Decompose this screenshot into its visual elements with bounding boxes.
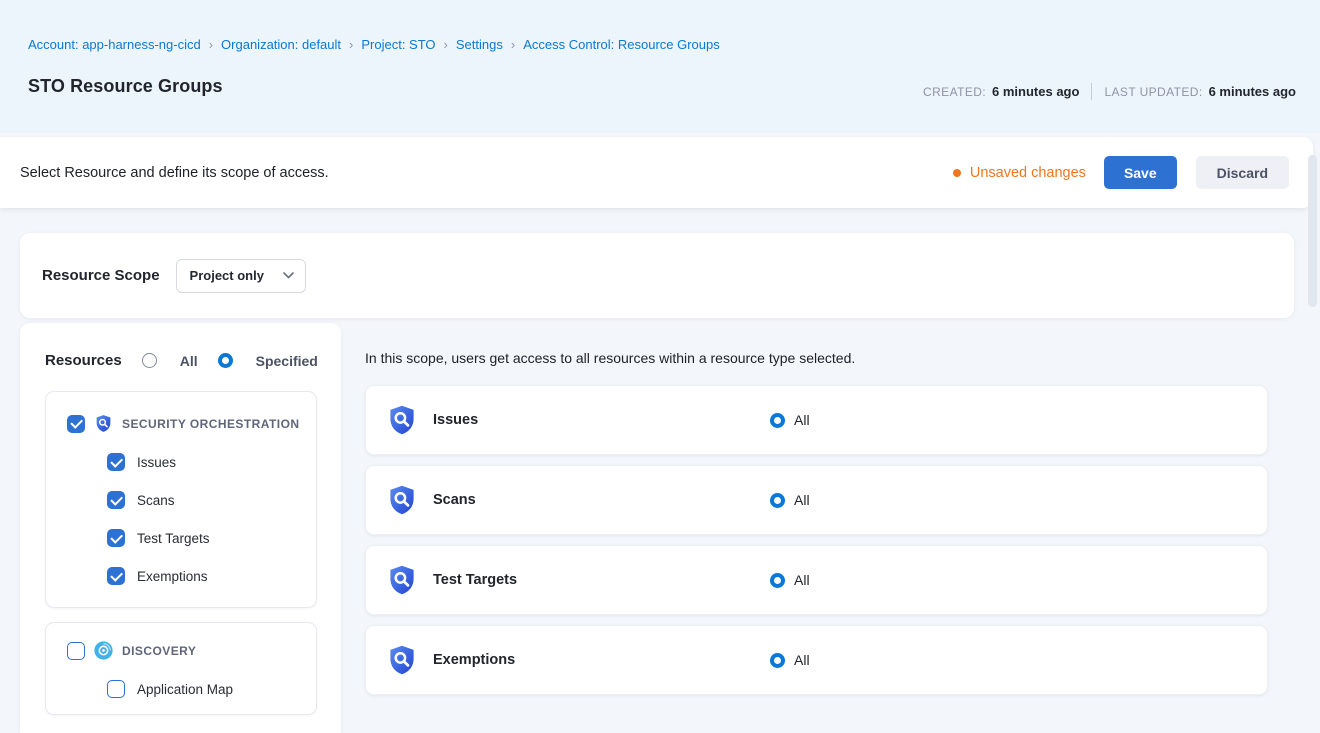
page-header: Account: app-harness-ng-cicd › Organizatio… <box>0 0 1320 133</box>
resource-type-row: Scans All <box>365 465 1268 535</box>
created-value: 6 minutes ago <box>992 84 1079 99</box>
resources-panel-header: Resources All Specified <box>20 323 341 369</box>
resources-title: Resources <box>45 352 122 369</box>
resource-type-list: Issues All Scans All Test Targets All Ex… <box>365 385 1268 705</box>
page-title: STO Resource Groups <box>28 76 223 97</box>
resource-type-name: Issues <box>433 412 478 428</box>
item-checkbox[interactable] <box>107 453 125 471</box>
item-label: Exemptions <box>137 569 208 584</box>
discard-button[interactable]: Discard <box>1196 156 1289 189</box>
resource-group: SECURITY ORCHESTRATION Issues Scans Test… <box>45 391 317 608</box>
shield-search-icon <box>94 414 113 433</box>
vertical-scrollbar-thumb[interactable] <box>1308 155 1317 307</box>
resource-type-name: Test Targets <box>433 572 517 588</box>
access-all-option[interactable]: All <box>770 572 810 588</box>
breadcrumb-link[interactable]: Access Control: Resource Groups <box>523 37 720 52</box>
shield-search-icon <box>386 404 418 436</box>
group-label: DISCOVERY <box>122 644 196 658</box>
radio-icon[interactable] <box>218 353 233 368</box>
shield-search-icon <box>386 564 418 596</box>
resource-item-row: Scans <box>46 491 306 509</box>
access-all-option[interactable]: All <box>770 652 810 668</box>
radio-icon[interactable] <box>770 493 785 508</box>
scope-description: In this scope, users get access to all r… <box>365 350 855 366</box>
breadcrumb-link[interactable]: Settings <box>456 37 503 52</box>
resource-group: DISCOVERY Application Map <box>45 622 317 715</box>
resources-radio-specified[interactable]: Specified <box>218 353 318 369</box>
breadcrumb-separator-icon: › <box>444 37 448 52</box>
unsaved-dot-icon <box>953 169 961 177</box>
breadcrumb: Account: app-harness-ng-cicd › Organizatio… <box>28 37 720 52</box>
access-all-label: All <box>794 572 810 588</box>
resource-type-row: Exemptions All <box>365 625 1268 695</box>
item-label: Application Map <box>137 682 233 697</box>
breadcrumb-link[interactable]: Project: STO <box>361 37 435 52</box>
access-all-label: All <box>794 652 810 668</box>
toolbar-description: Select Resource and define its scope of … <box>20 165 329 181</box>
resource-type-name: Scans <box>433 492 476 508</box>
item-checkbox[interactable] <box>107 491 125 509</box>
resource-type-row: Issues All <box>365 385 1268 455</box>
unsaved-changes-indicator: Unsaved changes <box>953 165 1086 181</box>
last-updated-label: LAST UPDATED: <box>1104 85 1202 99</box>
resources-panel: Resources All Specified SECURITY ORCHEST… <box>20 323 341 733</box>
resource-item-row: Issues <box>46 453 306 471</box>
shield-search-icon <box>386 644 418 676</box>
created-label: CREATED: <box>923 85 986 99</box>
group-checkbox[interactable] <box>67 642 85 660</box>
item-checkbox[interactable] <box>107 567 125 585</box>
radio-icon[interactable] <box>770 653 785 668</box>
item-label: Issues <box>137 455 176 470</box>
resource-scope-title: Resource Scope <box>42 267 160 284</box>
breadcrumb-separator-icon: › <box>511 37 515 52</box>
resource-item-row: Test Targets <box>46 529 306 547</box>
breadcrumb-separator-icon: › <box>209 37 213 52</box>
resources-radio-all[interactable]: All <box>142 353 198 369</box>
unsaved-changes-label: Unsaved changes <box>970 165 1086 181</box>
radar-icon <box>94 641 113 660</box>
resource-item-row: Exemptions <box>46 567 306 585</box>
resource-item-row: Application Map <box>46 680 306 698</box>
breadcrumb-link[interactable]: Account: app-harness-ng-cicd <box>28 37 201 52</box>
radio-specified-label: Specified <box>256 353 318 369</box>
chevron-down-icon <box>283 272 294 279</box>
save-button[interactable]: Save <box>1104 156 1177 189</box>
breadcrumb-link[interactable]: Organization: default <box>221 37 341 52</box>
resource-scope-select[interactable]: Project only <box>176 259 306 293</box>
radio-icon[interactable] <box>142 353 157 368</box>
access-all-option[interactable]: All <box>770 492 810 508</box>
action-toolbar: Select Resource and define its scope of … <box>0 137 1313 208</box>
radio-all-label: All <box>180 353 198 369</box>
access-all-label: All <box>794 412 810 428</box>
group-checkbox[interactable] <box>67 415 85 433</box>
group-label: SECURITY ORCHESTRATION <box>122 417 299 431</box>
item-checkbox[interactable] <box>107 680 125 698</box>
resource-type-row: Test Targets All <box>365 545 1268 615</box>
radio-icon[interactable] <box>770 573 785 588</box>
item-label: Test Targets <box>137 531 210 546</box>
item-checkbox[interactable] <box>107 529 125 547</box>
meta-divider <box>1091 83 1092 100</box>
radio-icon[interactable] <box>770 413 785 428</box>
access-all-option[interactable]: All <box>770 412 810 428</box>
breadcrumb-separator-icon: › <box>349 37 353 52</box>
item-label: Scans <box>137 493 175 508</box>
resource-scope-selected-value: Project only <box>190 268 264 283</box>
access-all-label: All <box>794 492 810 508</box>
resource-type-name: Exemptions <box>433 652 515 668</box>
last-updated-value: 6 minutes ago <box>1209 84 1296 99</box>
shield-search-icon <box>386 484 418 516</box>
meta-info: CREATED: 6 minutes ago LAST UPDATED: 6 m… <box>923 83 1296 100</box>
resource-scope-card: Resource Scope Project only <box>20 233 1294 318</box>
